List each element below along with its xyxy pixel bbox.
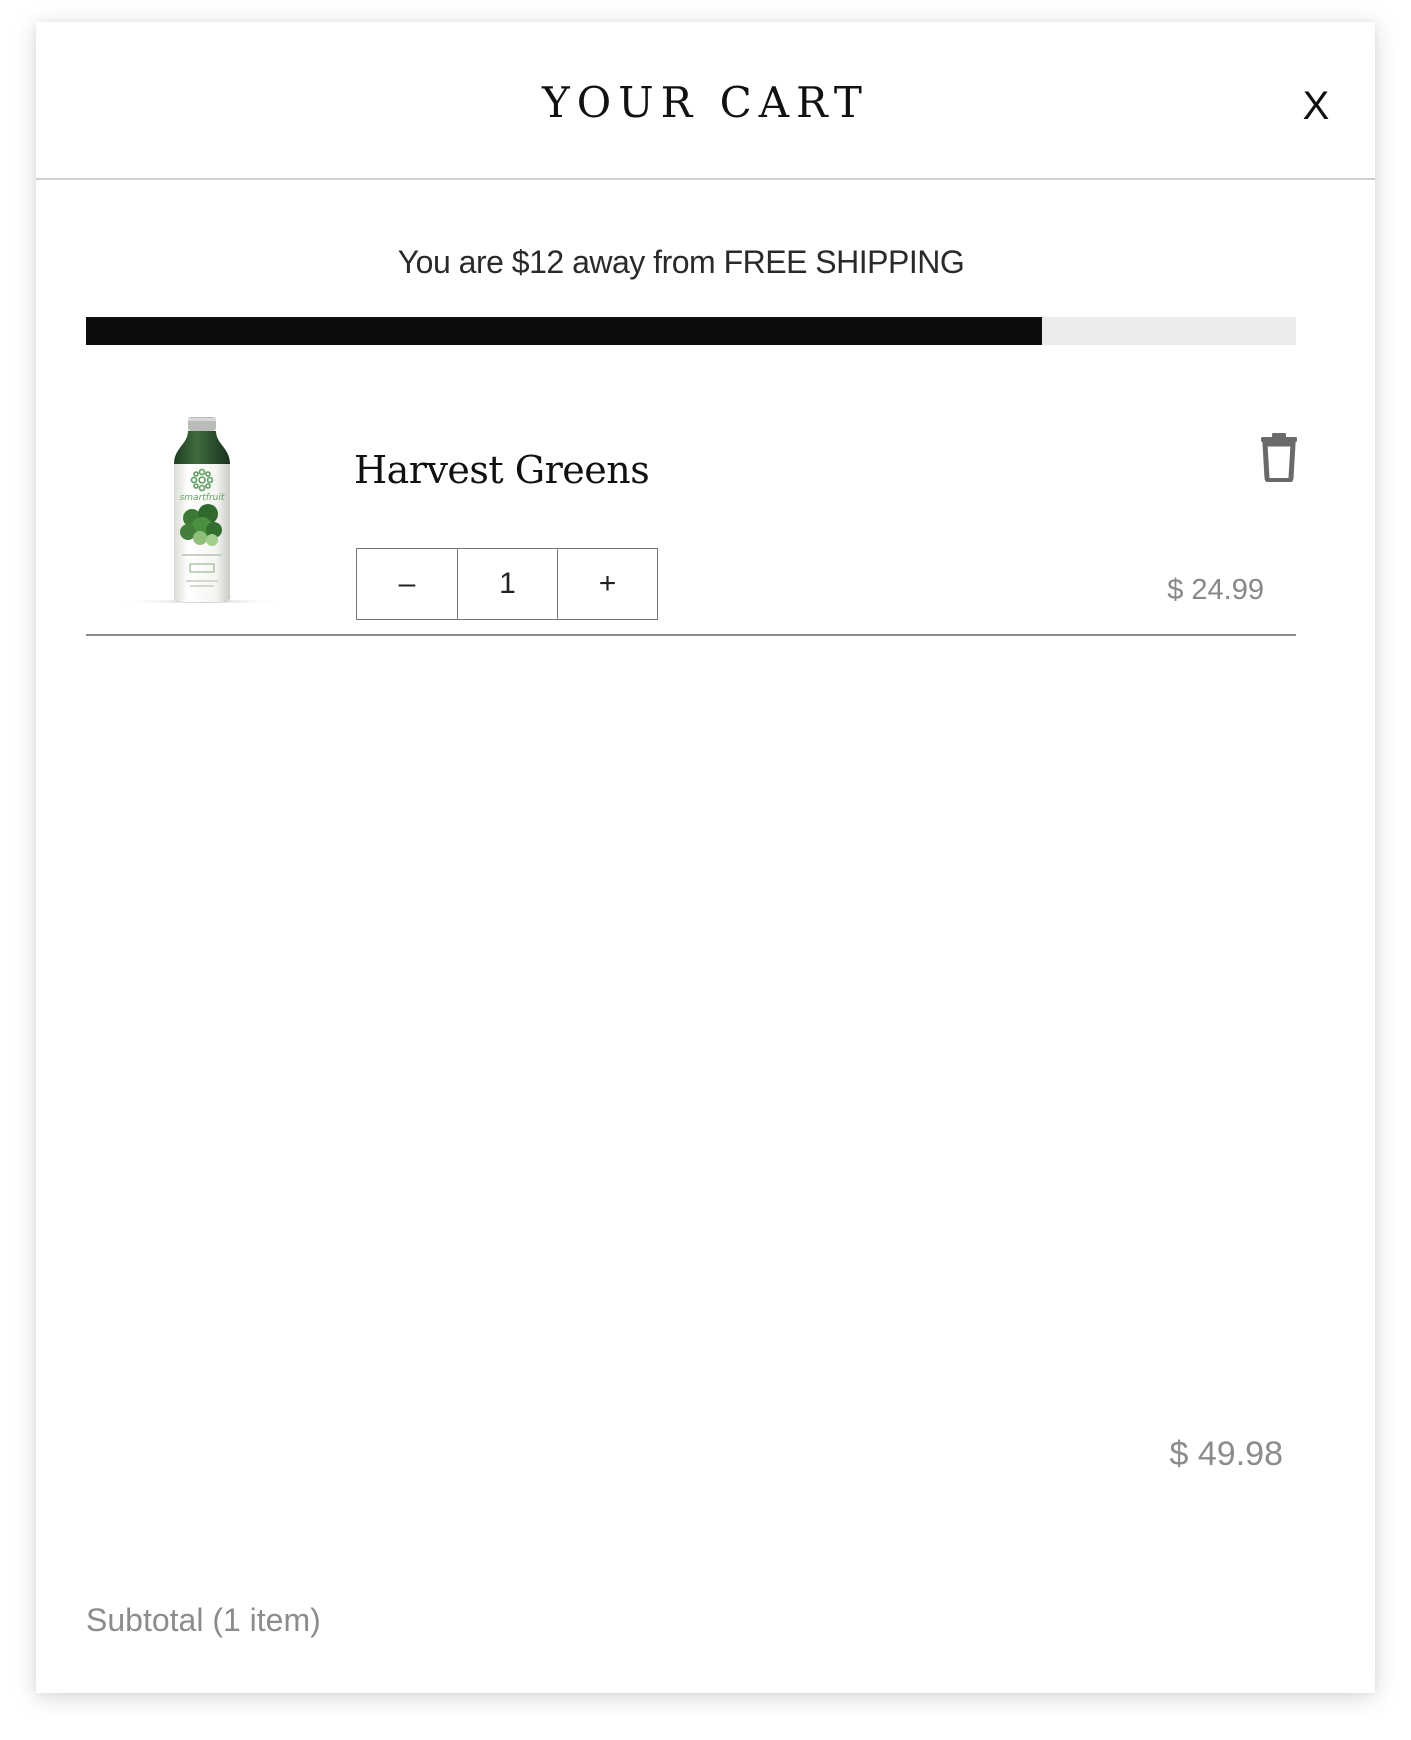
quantity-stepper: – 1 +	[356, 548, 658, 620]
cart-line-item: smartfruit Harvest Greens – 1 + $ 24.99	[86, 414, 1297, 636]
remove-item-button[interactable]	[1258, 432, 1300, 483]
juice-bottle-image[interactable]: smartfruit	[116, 414, 286, 610]
cart-header: YOUR CART X	[36, 22, 1375, 180]
cart-drawer: YOUR CART X You are $12 away from FREE S…	[36, 22, 1375, 1693]
close-button[interactable]: X	[1286, 76, 1346, 136]
subtotal-label: Subtotal (1 item)	[86, 1602, 321, 1638]
trash-icon	[1261, 433, 1297, 483]
quantity-value[interactable]: 1	[457, 549, 557, 619]
cart-total-amount: $ 49.98	[1169, 1435, 1283, 1473]
cart-title: YOUR CART	[542, 78, 869, 127]
product-name[interactable]: Harvest Greens	[354, 448, 650, 492]
free-shipping-progress-bar	[86, 317, 1296, 345]
free-shipping-progress-fill	[86, 317, 1042, 345]
decrement-quantity-button[interactable]: –	[357, 549, 457, 619]
item-price: $ 24.99	[1167, 574, 1264, 606]
increment-quantity-button[interactable]: +	[557, 549, 657, 619]
svg-text:smartfruit: smartfruit	[180, 493, 225, 503]
free-shipping-message: You are $12 away from FREE SHIPPING	[397, 244, 965, 280]
